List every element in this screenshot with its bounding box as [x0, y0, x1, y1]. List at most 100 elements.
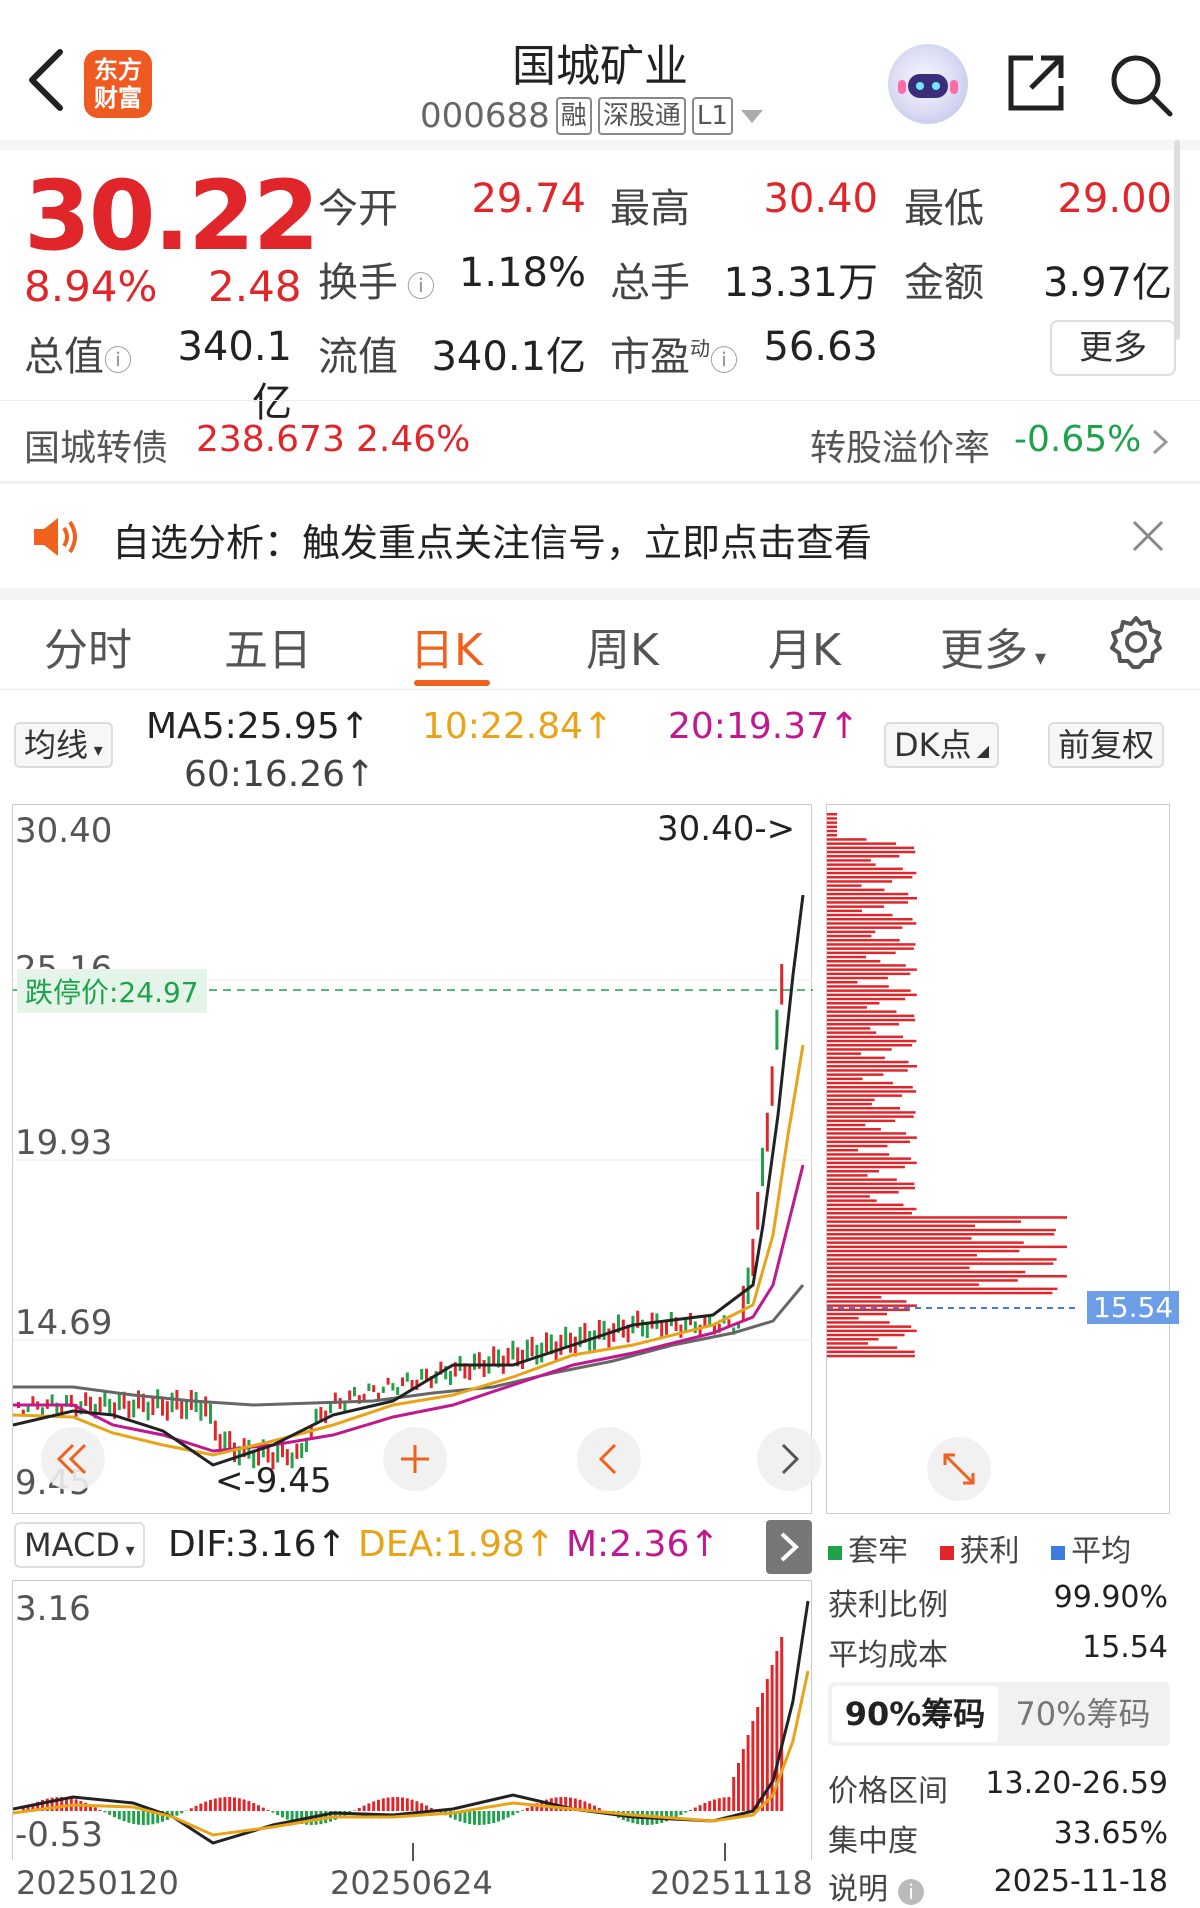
macd-bar — [387, 1798, 390, 1811]
chip-bar — [827, 1044, 912, 1047]
macd-bar — [271, 1811, 274, 1813]
candle — [526, 1340, 529, 1359]
macd-bar — [228, 1797, 231, 1811]
zoom-in-button[interactable] — [383, 1427, 447, 1491]
high-label: 最高 — [610, 176, 690, 234]
chip-bar — [827, 1334, 905, 1337]
macd-bar — [737, 1763, 740, 1811]
tab-more[interactable]: 更多 ▾ — [940, 614, 1046, 678]
macd-bar — [99, 1810, 102, 1811]
chip-bar — [827, 1250, 1019, 1253]
chip-bar — [827, 884, 861, 887]
chip-bar — [827, 1078, 863, 1081]
macd-bar — [492, 1811, 495, 1823]
settings-gear-icon[interactable] — [1108, 614, 1164, 670]
tab-five-day[interactable]: 五日 — [224, 614, 312, 678]
candle — [108, 1399, 111, 1415]
change-amount: 2.48 — [208, 262, 302, 311]
macd-bar — [377, 1800, 380, 1811]
macd-bar — [281, 1811, 284, 1817]
candle — [31, 1396, 34, 1404]
macd-bar — [742, 1749, 745, 1811]
macd-selector[interactable]: MACD ▾ — [14, 1522, 145, 1568]
dk-point-button[interactable]: DK点 ◢ — [884, 722, 999, 768]
chip-bar — [827, 863, 876, 866]
macd-bar — [209, 1800, 212, 1811]
chip-bar — [827, 830, 837, 833]
tab-monthly-k[interactable]: 月K — [768, 614, 841, 678]
scroll-right-button[interactable] — [757, 1427, 821, 1491]
assistant-avatar-icon[interactable] — [888, 44, 968, 124]
chip-bar — [827, 1103, 872, 1106]
chip-bar — [827, 1208, 916, 1211]
convertible-bond-row[interactable]: 国城转债 238.673 2.46% 转股溢价率 -0.65% — [0, 400, 1200, 482]
chip-bar — [827, 826, 837, 829]
candle — [651, 1313, 654, 1329]
mcap-label: 总值ⓘ — [24, 324, 132, 382]
candle — [223, 1431, 226, 1451]
chip-bar — [827, 880, 892, 883]
chip-bar — [827, 1036, 903, 1039]
kline-chart[interactable]: 30.40 25.16 跌停价:24.97 19.93 14.69 9.45 3… — [12, 804, 812, 1514]
chip-bar — [827, 989, 911, 992]
stock-code-row[interactable]: 000688 融 深股通 L1 — [420, 96, 765, 136]
chip-bar — [827, 1157, 911, 1160]
macd-bar — [180, 1811, 183, 1813]
ma20-value: 20:19.37↑ — [668, 706, 859, 747]
candle — [468, 1364, 471, 1380]
macd-bar — [415, 1801, 418, 1811]
turnover-label: 换手 ⓘ — [318, 250, 435, 308]
macd-bar — [367, 1803, 370, 1811]
date-label-3: 20251118 — [650, 1864, 813, 1902]
share-icon[interactable] — [1005, 52, 1067, 114]
search-icon[interactable] — [1108, 52, 1174, 118]
macd-bar — [175, 1811, 178, 1816]
y-label-top: 30.40 — [15, 811, 112, 851]
tab-chip-90[interactable]: 90%筹码 — [832, 1686, 998, 1742]
float-label: 流值 — [318, 324, 398, 382]
scroll-left-fast-button[interactable] — [41, 1427, 105, 1491]
tab-weekly-k[interactable]: 周K — [586, 614, 659, 678]
ma-selector[interactable]: 均线 ▾ — [14, 722, 113, 768]
chip-bar — [827, 1195, 870, 1198]
tab-chip-70[interactable]: 70%筹码 — [1000, 1686, 1166, 1742]
chip-bar — [827, 1061, 909, 1064]
quote-scrollbar[interactable] — [1174, 140, 1180, 340]
tab-intraday[interactable]: 分时 — [44, 614, 132, 678]
more-quote-button[interactable]: 更多 — [1050, 320, 1176, 376]
candle — [406, 1373, 409, 1382]
chip-bar — [827, 994, 917, 997]
chip-bar — [827, 1262, 1053, 1265]
chip-bar — [827, 910, 862, 913]
chip-distribution-chart[interactable]: 15.54 — [826, 804, 1170, 1514]
chip-bar — [827, 1254, 977, 1257]
macd-bar — [756, 1707, 759, 1811]
chip-legend: 套牢 获利 平均 — [828, 1526, 1131, 1570]
tag-connect: 深股通 — [598, 97, 686, 135]
chip-bar — [827, 956, 866, 959]
chip-bar — [827, 1132, 906, 1135]
chip-bar — [827, 834, 837, 837]
candle — [492, 1346, 495, 1364]
scroll-left-button[interactable] — [577, 1427, 641, 1491]
macd-bar — [516, 1811, 519, 1813]
macd-bar — [747, 1735, 750, 1811]
indicator-next-button[interactable] — [766, 1520, 812, 1574]
expand-chip-icon[interactable] — [927, 1437, 991, 1501]
adjust-button[interactable]: 前复权 — [1048, 722, 1164, 768]
candle — [372, 1385, 375, 1392]
candle — [382, 1387, 385, 1393]
chip-bar — [827, 813, 837, 816]
note-row[interactable]: 说明i2025-11-18 — [828, 1864, 1168, 1908]
candle — [276, 1446, 279, 1463]
signal-notice[interactable]: 自选分析：触发重点关注信号，立即点击查看 — [0, 484, 1200, 588]
tag-level: L1 — [692, 97, 733, 135]
close-icon[interactable] — [1130, 518, 1166, 554]
tab-daily-k[interactable]: 日K — [410, 614, 483, 678]
chip-bar — [827, 952, 896, 955]
macd-chart[interactable]: 3.16 -0.53 — [12, 1580, 812, 1860]
chip-bar — [827, 1241, 1024, 1244]
m-value: M:2.36↑ — [566, 1524, 720, 1565]
macd-bar — [94, 1807, 97, 1811]
chip-bar — [827, 943, 915, 946]
